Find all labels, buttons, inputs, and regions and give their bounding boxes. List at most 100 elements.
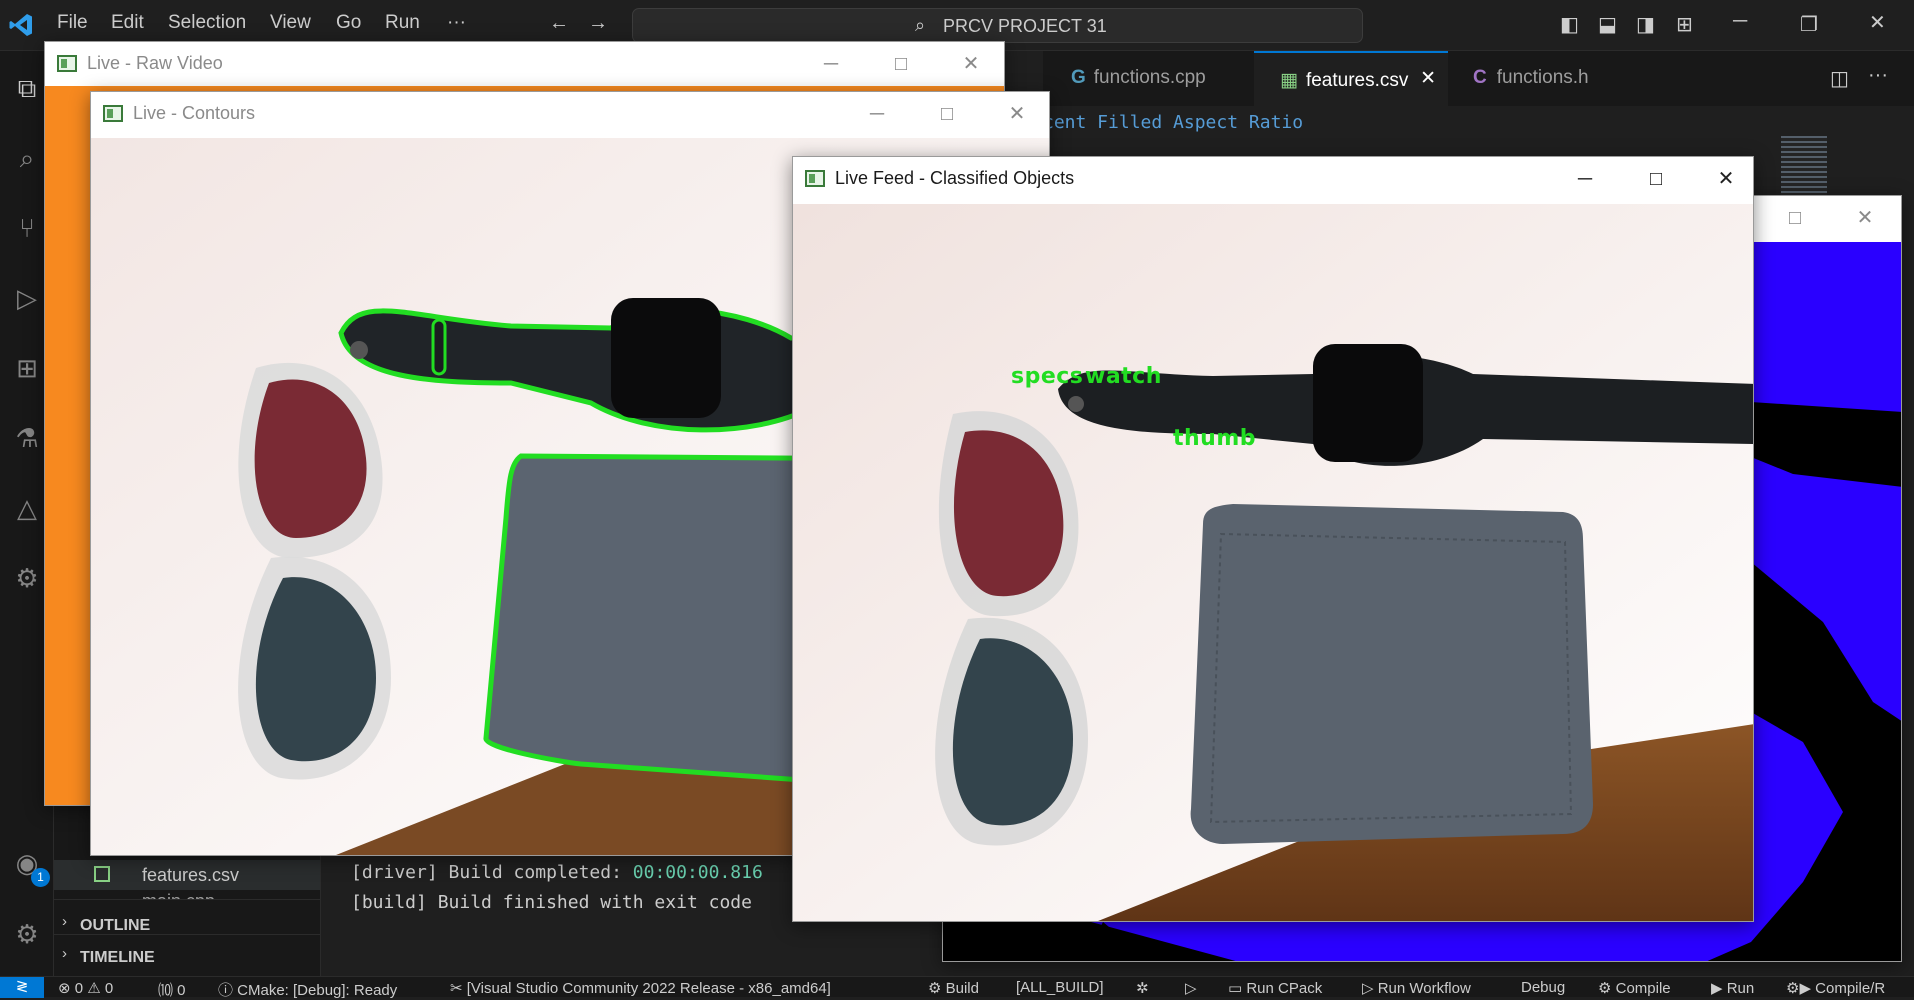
terminal-line-1: [driver] Build completed: 00:00:00.816 xyxy=(351,862,763,883)
minimap[interactable] xyxy=(1781,136,1827,204)
c-header-icon: C xyxy=(1473,67,1487,88)
maximize-icon[interactable]: □ xyxy=(883,50,919,78)
close-icon[interactable]: ✕ xyxy=(1869,10,1886,35)
problems-indicator[interactable]: ⊗ 0 ⚠ 0 xyxy=(58,979,113,997)
info-icon: ⓘ xyxy=(218,982,238,999)
run-workflow-button[interactable]: ▷ Run Workflow xyxy=(1362,979,1471,997)
outline-section[interactable]: OUTLINE xyxy=(80,917,150,935)
editor-tabs: Gfunctions.cpp ▦ features.csv ✕ Cfunction… xyxy=(1043,51,1914,106)
build-button[interactable]: ⚙ Build xyxy=(928,979,979,997)
chevron-right-icon: › xyxy=(62,945,67,962)
tab-label: functions.cpp xyxy=(1093,67,1206,88)
package-icon: ▭ xyxy=(1228,980,1247,997)
opencv-window-icon xyxy=(103,105,123,122)
minimize-icon[interactable]: ─ xyxy=(1733,10,1747,33)
play-icon: ▶ xyxy=(1711,980,1727,997)
search-icon[interactable]: ⌕ xyxy=(10,141,44,175)
command-center-search[interactable]: ⌕ PRCV PROJECT 31 xyxy=(632,8,1363,43)
file-list-item[interactable]: features.csv xyxy=(54,860,320,890)
timeline-section[interactable]: TIMELINE xyxy=(80,949,155,967)
run-button[interactable]: ▶ Run xyxy=(1711,979,1754,997)
gear-play-icon: ⚙▶ xyxy=(1786,980,1816,997)
more-actions-icon[interactable]: ··· xyxy=(1868,64,1888,87)
debug-bug-icon[interactable]: ✲ xyxy=(1136,979,1149,997)
run-cpack-button[interactable]: ▭ Run CPack xyxy=(1228,979,1322,997)
window-titlebar[interactable]: Live Feed - Classified Objects ─ □ ✕ xyxy=(793,157,1753,204)
menu-view[interactable]: View xyxy=(270,12,311,34)
build-target[interactable]: [ALL_BUILD] xyxy=(1016,979,1104,996)
tab-close-icon[interactable]: ✕ xyxy=(1420,67,1436,90)
window-titlebar[interactable]: Live - Contours ─ □ ✕ xyxy=(91,92,1049,138)
accounts-badge: 1 xyxy=(31,868,50,887)
launch-play-icon[interactable]: ▷ xyxy=(1185,979,1197,997)
minimize-icon[interactable]: ─ xyxy=(859,100,895,128)
tab-label: functions.h xyxy=(1496,67,1589,88)
classified-view: specs watch thumb xyxy=(793,204,1753,921)
opencv-window-icon xyxy=(57,55,77,72)
classification-label-watch: watch xyxy=(1085,364,1162,389)
classification-label-specs: specs xyxy=(1011,364,1084,389)
csv-icon: ▦ xyxy=(1280,70,1298,91)
terminal-line-2: [build] Build finished with exit code xyxy=(351,892,763,913)
extensions-icon[interactable]: ⊞ xyxy=(10,351,44,385)
cpp-icon: G xyxy=(1071,67,1086,88)
compile-run-button[interactable]: ⚙▶ Compile/R xyxy=(1786,979,1885,997)
manage-gear-icon[interactable]: ⚙ xyxy=(10,917,44,951)
customize-layout-icon[interactable]: ⊞ xyxy=(1676,12,1693,37)
source-control-icon[interactable]: ⑂ xyxy=(10,211,44,245)
remote-explorer-icon[interactable]: ⚙ xyxy=(10,561,44,595)
tab-label: features.csv xyxy=(1305,70,1409,91)
debug-mode[interactable]: Debug xyxy=(1521,979,1565,996)
maximize-icon[interactable]: □ xyxy=(1638,165,1674,193)
explorer-icon[interactable]: ⧉ xyxy=(10,71,44,105)
cmake-icon[interactable]: △ xyxy=(10,491,44,525)
classification-label-thumb: thumb xyxy=(1173,426,1257,451)
tab-features-csv[interactable]: ▦ features.csv ✕ xyxy=(1254,51,1448,106)
window-titlebar[interactable]: Live - Raw Video ─ □ ✕ xyxy=(45,42,1004,86)
tools-icon: ✂ xyxy=(450,980,467,997)
menu-more[interactable]: ··· xyxy=(447,12,466,34)
back-arrow-icon[interactable]: ← xyxy=(549,12,569,35)
maximize-icon[interactable]: □ xyxy=(929,100,965,128)
restore-icon[interactable]: ❐ xyxy=(1800,12,1818,37)
tab-functions-h[interactable]: Cfunctions.h xyxy=(1449,51,1649,106)
run-debug-icon[interactable]: ▷ xyxy=(10,281,44,315)
chevron-right-icon: › xyxy=(62,913,67,930)
close-icon[interactable]: ✕ xyxy=(1847,204,1883,232)
search-icon: ⌕ xyxy=(915,15,926,35)
workspace-name: PRCV PROJECT 31 xyxy=(943,16,1107,36)
file-list-item-partial[interactable]: main.cpp xyxy=(142,891,215,899)
menu-edit[interactable]: Edit xyxy=(111,12,144,34)
window-title: Live - Raw Video xyxy=(87,53,223,73)
minimize-icon[interactable]: ─ xyxy=(1567,165,1603,193)
minimize-icon[interactable]: ─ xyxy=(813,50,849,78)
window-title: Live Feed - Classified Objects xyxy=(835,168,1075,188)
menu-selection[interactable]: Selection xyxy=(168,12,246,34)
toggle-sidebar-icon[interactable]: ◧ xyxy=(1560,12,1579,37)
testing-icon[interactable]: ⚗ xyxy=(10,421,44,455)
close-icon[interactable]: ✕ xyxy=(999,100,1035,128)
menu-go[interactable]: Go xyxy=(336,12,361,34)
vscode-logo-icon xyxy=(8,12,34,38)
restore-icon[interactable]: □ xyxy=(1777,204,1813,232)
play-icon: ▷ xyxy=(1362,980,1378,997)
menu-file[interactable]: File xyxy=(57,12,88,34)
compile-button[interactable]: ⚙ Compile xyxy=(1598,979,1671,997)
opencv-window-icon xyxy=(805,170,825,187)
window-title: Live - Contours xyxy=(133,103,256,123)
status-bar: ≷ ⊗ 0 ⚠ 0 ⑽ 0 ⓘ CMake: [Debug]: Ready ✂ … xyxy=(0,976,1914,999)
gear-icon: ⚙ xyxy=(928,980,946,997)
forward-arrow-icon[interactable]: → xyxy=(588,12,608,35)
menu-run[interactable]: Run xyxy=(385,12,420,34)
tab-functions-cpp[interactable]: Gfunctions.cpp xyxy=(1043,51,1253,106)
toggle-secondary-sidebar-icon[interactable]: ◨ xyxy=(1636,12,1655,37)
close-icon[interactable]: ✕ xyxy=(953,50,989,78)
close-icon[interactable]: ✕ xyxy=(1708,165,1744,193)
cmake-kit[interactable]: ✂ [Visual Studio Community 2022 Release … xyxy=(450,979,831,997)
csv-file-icon xyxy=(94,866,110,882)
remote-indicator-icon[interactable]: ≷ xyxy=(0,977,44,998)
toggle-panel-icon[interactable]: ⬓ xyxy=(1598,12,1617,37)
window-classified-objects[interactable]: Live Feed - Classified Objects ─ □ ✕ spe… xyxy=(792,156,1754,922)
gear-icon: ⚙ xyxy=(1598,980,1616,997)
split-editor-icon[interactable]: ◫ xyxy=(1830,66,1849,91)
